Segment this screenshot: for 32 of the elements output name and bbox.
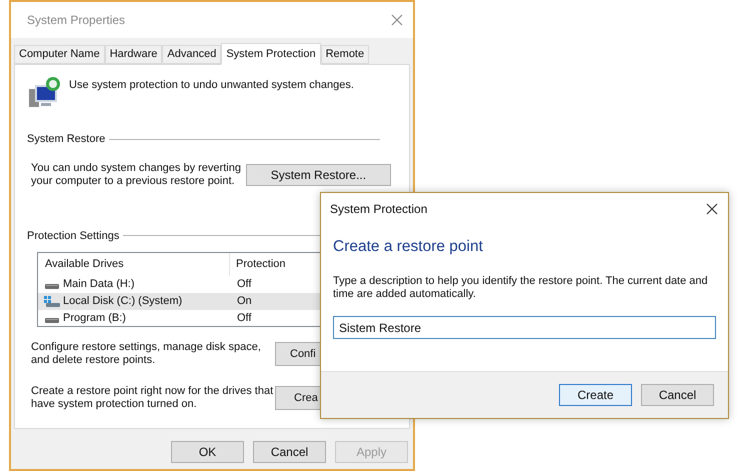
system-drive-icon: [44, 296, 60, 308]
tab[interactable]: Remote: [320, 45, 370, 64]
window-title: System Properties: [27, 12, 126, 29]
intro-text: Use system protection to undo unwanted system changes.: [69, 78, 354, 93]
dialog-button[interactable]: Cancel: [253, 441, 326, 463]
column-header[interactable]: Protection: [230, 256, 286, 273]
dialog-button[interactable]: Cancel: [641, 384, 714, 406]
tab[interactable]: System Protection: [221, 43, 321, 65]
group-heading: System Restore: [27, 132, 106, 147]
tab[interactable]: Computer Name: [14, 45, 105, 64]
drive-name: Main Data (H:): [63, 277, 135, 292]
protection-status: On: [236, 294, 252, 310]
dialog-title: System Protection: [330, 201, 428, 218]
tab[interactable]: Advanced: [162, 45, 222, 64]
description-text: Create a restore point right now for the drives that have system protection turned on.: [31, 385, 274, 411]
drive-name: Program (B:): [63, 311, 126, 326]
close-icon[interactable]: [706, 203, 718, 215]
dialog-button[interactable]: System Restore...: [246, 164, 391, 186]
protection-status: Off: [236, 277, 252, 292]
group-heading: Protection Settings: [27, 228, 120, 244]
drive-icon: [44, 283, 60, 290]
dialog-button[interactable]: Create: [559, 384, 632, 406]
description-text: You can undo system changes by reverting your computer to a previous restore point.: [31, 162, 242, 188]
column-header[interactable]: Available Drives: [38, 253, 230, 276]
description-field[interactable]: Sistem Restore: [333, 316, 716, 340]
tab[interactable]: Hardware: [104, 45, 162, 64]
dialog-button[interactable]: OK: [171, 441, 244, 463]
drive-name: Local Disk (C:) (System): [63, 294, 182, 310]
protection-status: Off: [236, 311, 252, 326]
dialog-heading: Create a restore point: [333, 237, 484, 257]
drive-icon: [44, 317, 60, 324]
description-text: Configure restore settings, manage disk space, and delete restore points.: [31, 341, 262, 367]
